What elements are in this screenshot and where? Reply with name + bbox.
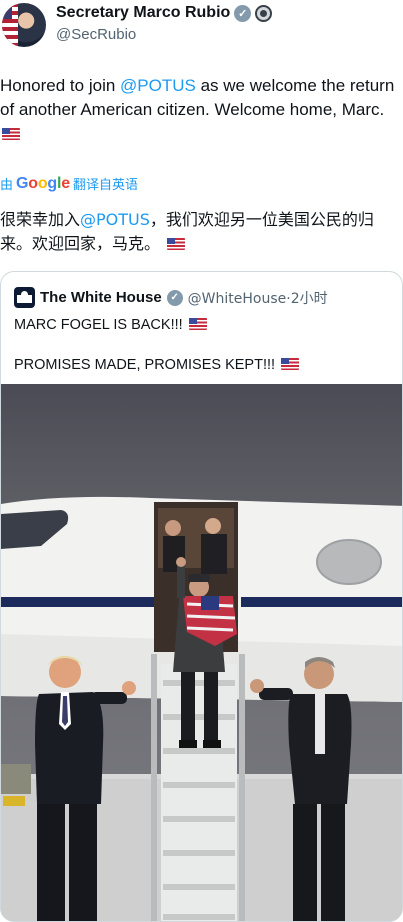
author-name-row: Secretary Marco Rubio ✓ — [56, 4, 273, 22]
google-logo: Google — [16, 174, 70, 192]
tweet-text-before: Honored to join — [0, 76, 121, 95]
government-seal-icon[interactable] — [255, 4, 273, 22]
translation-attribution[interactable]: 由 Google 翻译自英语 — [0, 174, 138, 193]
mention-link[interactable]: @POTUS — [120, 76, 196, 95]
translation-label: 翻译自英语 — [72, 177, 138, 192]
quoted-timestamp[interactable]: 2小时 — [291, 291, 328, 307]
quoted-text-line1: MARC FOGEL IS BACK!!! — [14, 315, 207, 335]
tweet-header: Secretary Marco Rubio ✓ @SecRubio — [0, 0, 403, 50]
author-handle[interactable]: @SecRubio — [56, 26, 136, 43]
us-flag-icon — [188, 318, 207, 330]
verified-badge-icon: ✓ — [166, 289, 183, 306]
author-avatar[interactable] — [2, 3, 46, 47]
quoted-text-line2: PROMISES MADE, PROMISES KEPT!!! — [14, 355, 300, 375]
translated-mention-link[interactable]: @POTUS — [80, 210, 150, 229]
us-flag-icon — [281, 358, 300, 370]
author-display-name[interactable]: Secretary Marco Rubio — [56, 4, 230, 22]
us-flag-icon — [2, 128, 20, 140]
us-flag-icon — [167, 238, 186, 250]
quoted-tweet-header: The White House ✓ @WhiteHouse·2小时 — [14, 287, 328, 308]
airplane-arrival-photo[interactable] — [1, 384, 402, 921]
tweet-text: Honored to join @POTUS as we welcome the… — [0, 74, 400, 146]
translated-before: 很荣幸加入 — [0, 210, 81, 229]
quoted-tweet-card[interactable]: The White House ✓ @WhiteHouse·2小时 MARC F… — [0, 271, 403, 922]
quoted-display-name[interactable]: The White House — [40, 289, 162, 306]
quoted-handle: @WhiteHouse·2小时 — [188, 288, 328, 308]
quoted-line1-text: MARC FOGEL IS BACK!!! — [14, 317, 183, 333]
translation-prefix: 由 — [0, 177, 14, 192]
quoted-handle-text: @WhiteHouse — [187, 290, 287, 307]
white-house-logo-icon[interactable] — [14, 287, 35, 308]
quoted-line2-text: PROMISES MADE, PROMISES KEPT!!! — [14, 357, 276, 373]
translated-text: 很荣幸加入@POTUS，我们欢迎另一位美国公民的归来。欢迎回家，马克。 — [0, 208, 400, 256]
verified-badge-icon[interactable]: ✓ — [234, 4, 252, 22]
